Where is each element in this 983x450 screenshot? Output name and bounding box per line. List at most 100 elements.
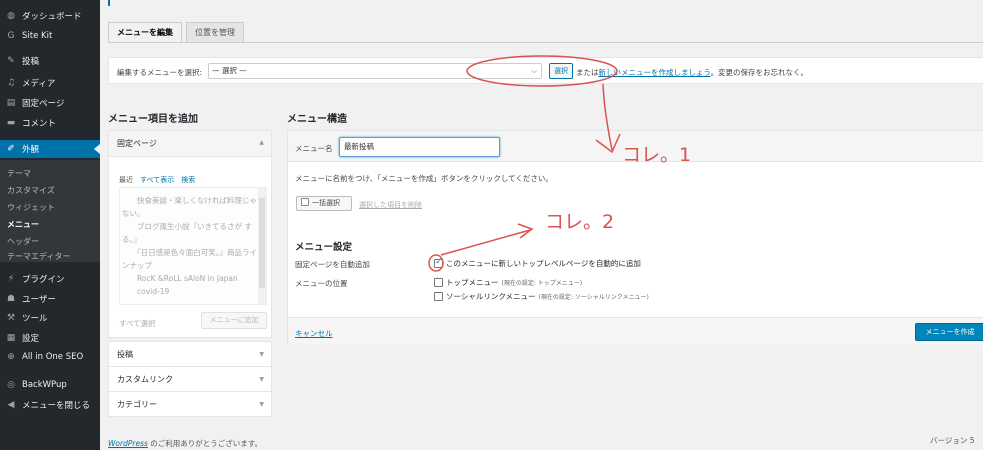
plugin-icon: ⚡ xyxy=(7,274,15,284)
submenu-themes[interactable]: テーマ xyxy=(7,168,31,179)
bulk-select-toggle[interactable]: 一括選択 xyxy=(296,196,352,211)
sidebar-item-appearance[interactable]: ✐ 外観 xyxy=(0,140,100,158)
posts-accordion[interactable]: 投稿 ▼ xyxy=(108,341,272,367)
auto-add-option-label: このメニューに新しいトップレベルページを自動的に追加 xyxy=(446,259,641,268)
chevron-down-icon: ⌵ xyxy=(531,67,537,75)
tab-manage-locations[interactable]: 位置を管理 xyxy=(186,22,244,42)
sidebar-item-label: Site Kit xyxy=(22,31,53,41)
sidebar-item-site-kit[interactable]: G Site Kit xyxy=(0,27,100,45)
list-item-label: RocK &RoLL sAloN in Japan xyxy=(137,274,238,283)
sidebar-item-pages[interactable]: ▤ 固定ページ xyxy=(0,94,100,112)
checklist-scrollbar[interactable] xyxy=(258,188,266,304)
sidebar-item-label: BackWPup xyxy=(22,380,67,390)
create-new-menu-link[interactable]: 新しいメニューを作成しましょう xyxy=(599,68,711,77)
submenu-menus[interactable]: メニュー xyxy=(7,219,39,230)
auto-add-checkbox[interactable] xyxy=(434,257,443,268)
sidebar-item-label: ダッシュボード xyxy=(22,12,82,22)
sidebar-item-seo[interactable]: ⊕ All in One SEO xyxy=(0,348,100,366)
appearance-submenu: テーマ カスタマイズ ウィジェット メニュー ヘッダー テーマエディター xyxy=(0,160,100,262)
menu-select-dropdown[interactable]: — 選択 — ⌵ xyxy=(208,63,542,79)
delete-selected-link[interactable]: 選択した項目を削除 xyxy=(359,200,422,210)
submenu-widgets[interactable]: ウィジェット xyxy=(7,202,55,213)
annotation-note-1: コレ。1 xyxy=(622,144,692,166)
menu-instructions: メニューに名前をつけ、「メニューを作成」ボタンをクリックしてください。 xyxy=(295,174,553,183)
list-item[interactable]: ブログ風生小説『いきてるさが する。』 xyxy=(122,220,258,246)
bulk-select-label: 一括選択 xyxy=(312,199,340,207)
tools-icon: ⚒ xyxy=(6,313,16,323)
sidebar-item-media[interactable]: ♫ メディア xyxy=(0,74,100,92)
save-note: 。変更の保存をお忘れなく。 xyxy=(710,68,809,77)
select-menu-label: 編集するメニューを選択: xyxy=(117,68,203,77)
add-to-menu-button[interactable]: メニューに追加 xyxy=(201,312,267,329)
users-icon: ☗ xyxy=(6,294,16,304)
site-kit-icon: G xyxy=(7,31,15,41)
sidebar-item-label: プラグイン xyxy=(22,275,65,285)
custom-links-accordion-title: カスタムリンク xyxy=(117,374,173,384)
sidebar-item-posts[interactable]: ✎ 投稿 xyxy=(0,52,100,70)
pages-accordion-title: 固定ページ xyxy=(117,139,157,148)
top-menu-note: (現在の設定: トップメニュー) xyxy=(501,280,583,287)
collapse-icon: ◀ xyxy=(7,400,15,410)
sidebar-item-label: 外観 xyxy=(22,145,40,155)
custom-links-accordion[interactable]: カスタムリンク ▼ xyxy=(108,366,272,392)
sidebar-item-label: ユーザー xyxy=(22,295,56,305)
submenu-theme-editor[interactable]: テーマエディター xyxy=(7,251,70,262)
location-top-menu-option[interactable]: トップメニュー (現在の設定: トップメニュー) xyxy=(434,277,582,288)
top-accent-line xyxy=(108,0,110,6)
sidebar-item-label: 設定 xyxy=(22,334,40,344)
menu-name-input[interactable]: 最新投稿 xyxy=(339,137,500,157)
menu-name-label: メニュー名 xyxy=(295,144,333,153)
pages-accordion: 固定ページ ▲ 最近 すべて表示 検索 快食美談・楽しくなければ料理じゃない。 … xyxy=(108,130,272,338)
select-all-checkbox[interactable]: すべて選択 xyxy=(119,318,156,329)
cancel-link[interactable]: キャンセル xyxy=(295,328,333,339)
chevron-down-icon: ▼ xyxy=(259,376,264,383)
tab-divider xyxy=(108,42,983,43)
create-menu-text: または新しいメニューを作成しましょう。変更の保存をお忘れなく。 xyxy=(576,67,808,78)
pages-accordion-header[interactable]: 固定ページ ▲ xyxy=(109,131,271,157)
sidebar-item-settings[interactable]: ▦ 設定 xyxy=(0,329,100,347)
seo-icon: ⊕ xyxy=(7,352,15,362)
submenu-customize[interactable]: カスタマイズ xyxy=(7,185,55,196)
sidebar-item-plugins[interactable]: ⚡ プラグイン xyxy=(0,270,100,288)
comment-icon: ▬ xyxy=(6,118,16,128)
wordpress-link[interactable]: WordPress xyxy=(108,439,148,448)
subtab-recent[interactable]: 最近 xyxy=(119,175,133,185)
list-item[interactable]: RocK &RoLL sAloN in Japan xyxy=(122,272,258,285)
sidebar-item-label: ツール xyxy=(22,314,48,324)
social-menu-checkbox[interactable] xyxy=(434,292,443,301)
list-item-label: 『日日感是色々面白可笑。』商品ラインナップ xyxy=(122,248,257,270)
create-menu-button[interactable]: メニューを作成 xyxy=(915,323,983,341)
pin-icon: ✎ xyxy=(7,56,15,66)
submenu-header[interactable]: ヘッダー xyxy=(7,236,39,247)
sidebar-item-backwpup[interactable]: ◎ BackWPup xyxy=(0,376,100,394)
subtab-view-all[interactable]: すべて表示 xyxy=(140,175,174,185)
menu-location-label: メニューの位置 xyxy=(295,279,348,288)
page-icon: ▤ xyxy=(6,98,16,108)
location-social-menu-option[interactable]: ソーシャルリンクメニュー (現在の設定: ソーシャルリンクメニュー) xyxy=(434,291,649,302)
select-menu-button[interactable]: 選択 xyxy=(549,63,573,79)
tab-edit-menus[interactable]: メニューを編集 xyxy=(108,22,182,42)
categories-accordion[interactable]: カテゴリー ▼ xyxy=(108,391,272,417)
list-item[interactable]: 快食美談・楽しくなければ料理じゃない。 xyxy=(122,194,258,220)
add-menu-items-heading: メニュー項目を追加 xyxy=(108,114,198,125)
checkbox-icon xyxy=(301,198,309,206)
list-item-label: ブログ風生小説『いきてるさが する。』 xyxy=(122,222,252,244)
list-item[interactable]: covid-19 xyxy=(122,285,258,298)
dashboard-icon: ◍ xyxy=(7,11,15,21)
sidebar-item-dashboard[interactable]: ◍ ダッシュボード xyxy=(0,7,100,25)
subtab-search[interactable]: 検索 xyxy=(181,175,195,185)
sidebar-item-comments[interactable]: ▬ コメント xyxy=(0,114,100,132)
list-item[interactable]: 『日日感是色々面白可笑。』商品ラインナップ xyxy=(122,246,258,272)
sidebar-item-tools[interactable]: ⚒ ツール xyxy=(0,309,100,327)
sidebar-item-label: 投稿 xyxy=(22,57,40,67)
scrollbar-thumb[interactable] xyxy=(259,198,265,288)
sidebar-collapse[interactable]: ◀ メニューを閉じる xyxy=(0,396,100,414)
auto-add-pages-option[interactable]: このメニューに新しいトップレベルページを自動的に追加 xyxy=(434,257,641,269)
menu-structure-footer: キャンセル メニューを作成 xyxy=(288,317,983,345)
chevron-up-icon: ▲ xyxy=(259,139,264,146)
sidebar-item-users[interactable]: ☗ ユーザー xyxy=(0,290,100,308)
top-menu-checkbox[interactable] xyxy=(434,278,443,287)
list-item-label: 快食美談・楽しくなければ料理じゃない。 xyxy=(122,196,257,218)
sidebar-item-label: 固定ページ xyxy=(22,99,65,109)
media-icon: ♫ xyxy=(6,78,16,88)
